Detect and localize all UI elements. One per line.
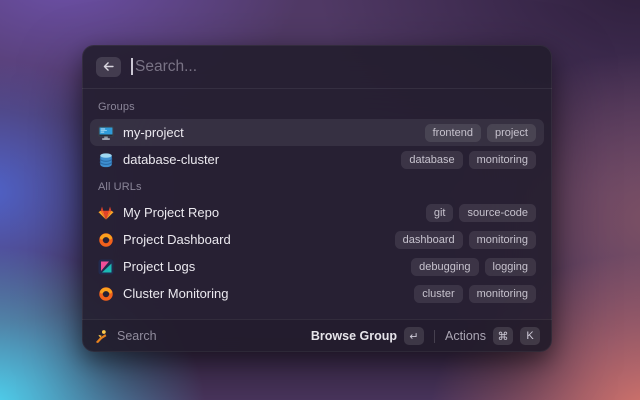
app-logo-icon [94, 329, 109, 344]
list-item[interactable]: Project Dashboard dashboard monitoring [90, 226, 544, 253]
database-icon [98, 152, 114, 168]
tag-badge: git [425, 203, 454, 222]
enter-key-badge: ↵ [404, 327, 424, 345]
tag-badge: debugging [411, 257, 479, 276]
item-tags: database monitoring [401, 150, 536, 169]
cmd-key-badge: ⌘ [493, 327, 513, 345]
footer-bar: Search Browse Group ↵ Actions ⌘ K [82, 319, 552, 352]
browse-group-action[interactable]: Browse Group ↵ [311, 327, 424, 345]
tag-badge: dashboard [394, 230, 463, 249]
section-header: Groups [98, 101, 135, 113]
grafana-icon [98, 232, 114, 248]
list-item[interactable]: My Project Repo git source-code [90, 199, 544, 226]
item-tags: frontend project [424, 123, 536, 142]
footer-actions: Browse Group ↵ Actions ⌘ K [311, 327, 540, 345]
results-list: Groups my-project frontend project databas… [82, 89, 552, 319]
item-title: my-project [123, 125, 184, 140]
tag-badge: monitoring [468, 150, 536, 169]
item-tags: cluster monitoring [414, 284, 536, 303]
primary-action-label: Browse Group [310, 329, 397, 343]
list-item[interactable]: my-project frontend project [90, 119, 544, 146]
back-button[interactable] [96, 56, 121, 77]
item-tags: git source-code [425, 203, 536, 222]
grafana-icon [98, 286, 114, 302]
gitlab-icon [98, 205, 114, 221]
item-title: Cluster Monitoring [123, 286, 229, 301]
kibana-icon [98, 259, 114, 275]
arrow-left-icon [102, 60, 115, 73]
item-title: Project Logs [123, 259, 196, 274]
tag-badge: logging [484, 257, 536, 276]
section-header: All URLs [98, 181, 142, 193]
item-title: My Project Repo [123, 205, 220, 220]
tag-badge: database [401, 150, 463, 169]
item-tags: debugging logging [411, 257, 536, 276]
footer-divider [434, 329, 435, 343]
actions-menu-action[interactable]: Actions ⌘ K [445, 327, 540, 345]
tag-badge: project [486, 123, 536, 142]
desktop-icon [98, 125, 114, 141]
launcher-window: Groups my-project frontend project databas… [82, 45, 552, 352]
tag-badge: cluster [414, 284, 463, 303]
list-item[interactable]: Project Logs debugging logging [90, 253, 544, 280]
search-bar [82, 45, 552, 89]
tag-badge: monitoring [468, 284, 536, 303]
item-title: Project Dashboard [123, 232, 231, 247]
footer-status-label: Search [117, 329, 157, 343]
tag-badge: frontend [424, 123, 481, 142]
search-input[interactable] [133, 57, 538, 76]
k-key-badge: K [520, 327, 540, 345]
list-item[interactable]: Cluster Monitoring cluster monitoring [90, 280, 544, 307]
list-item[interactable]: database-cluster database monitoring [90, 146, 544, 173]
item-title: database-cluster [123, 152, 220, 167]
actions-label: Actions [445, 329, 486, 343]
item-tags: dashboard monitoring [394, 230, 536, 249]
tag-badge: source-code [459, 203, 536, 222]
tag-badge: monitoring [468, 230, 536, 249]
